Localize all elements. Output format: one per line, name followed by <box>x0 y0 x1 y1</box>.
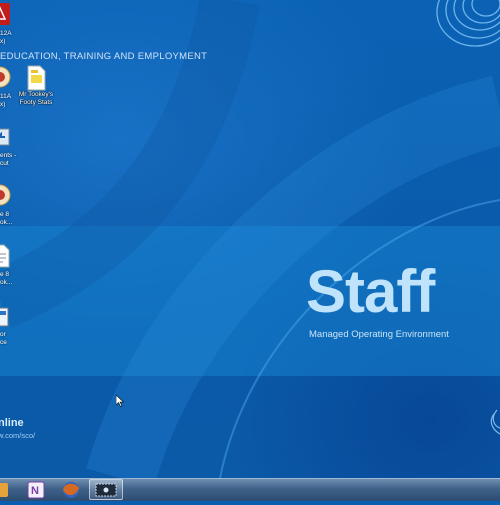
taskbar-onenote[interactable]: N <box>25 480 47 500</box>
recorder-icon <box>95 483 117 497</box>
desktop-icon-document[interactable] <box>0 244 30 268</box>
online-text: nline <box>0 417 24 429</box>
taskbar-firefox[interactable] <box>60 480 82 500</box>
svg-text:N: N <box>31 485 39 497</box>
taskbar-recorder[interactable] <box>89 479 123 500</box>
brand-title: Staff <box>306 258 435 325</box>
desktop-icon-label: ents - cut <box>0 152 17 167</box>
desktop-icon-app[interactable] <box>0 306 30 328</box>
taskbar-item-partial[interactable] <box>0 480 12 500</box>
online-url: w.com/sco/ <box>0 431 36 440</box>
desktop-icon-label: e 8 ok... <box>0 271 13 286</box>
desktop-icon-label: e 8 ok... <box>0 211 13 226</box>
desktop-icon-pdf[interactable] <box>0 2 30 26</box>
swirl-logo <box>436 0 500 47</box>
desktop-icon-media-2[interactable] <box>0 184 30 208</box>
brand-subtitle: Managed Operating Environment <box>309 329 449 340</box>
desktop-icon-label: 12A x) <box>0 30 12 45</box>
firefox-icon <box>63 482 79 498</box>
app-icon <box>0 307 9 327</box>
onenote-icon: N <box>27 481 45 499</box>
partial-icon <box>0 483 8 497</box>
mouse-cursor-icon <box>116 395 124 407</box>
desktop-icon-footy-stats[interactable]: Mr Tookey's Footy Stats <box>6 65 66 107</box>
document-icon <box>27 65 46 91</box>
taskbar: N <box>0 478 500 501</box>
desktop[interactable]: EDUCATION, TRAINING AND EMPLOYMENT Staff… <box>0 0 500 478</box>
desktop-icon-label: Mr Tookey's Footy Stats <box>18 91 54 106</box>
document-icon <box>0 244 10 268</box>
shortcut-icon <box>0 128 10 146</box>
media-icon <box>0 184 11 206</box>
desktop-icon-shortcut[interactable] <box>0 126 30 148</box>
desktop-icon-label: or ce <box>0 331 7 346</box>
pdf-icon <box>0 3 10 25</box>
swirl-bottom <box>490 409 500 435</box>
wallpaper-art <box>0 0 500 478</box>
department-banner: EDUCATION, TRAINING AND EMPLOYMENT <box>0 51 208 62</box>
